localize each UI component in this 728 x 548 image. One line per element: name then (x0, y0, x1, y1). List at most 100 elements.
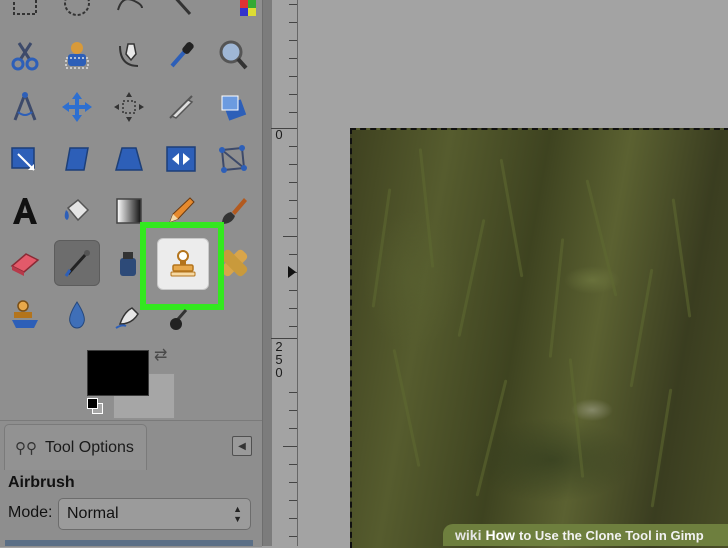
ruler-tick (289, 254, 297, 255)
scale-tool[interactable] (2, 136, 48, 182)
shear-tool[interactable] (54, 136, 100, 182)
fuzzy-select-tool[interactable] (158, 0, 204, 26)
rect-select-icon (13, 0, 37, 15)
swap-colors-icon[interactable]: ⇄ (154, 345, 167, 365)
measure-icon (13, 92, 37, 121)
ruler-tick (289, 218, 297, 219)
ruler-tick (289, 518, 297, 519)
perspective-clone-tool[interactable] (2, 292, 48, 338)
ellipse-select-icon (64, 0, 90, 16)
ruler-tick (289, 22, 297, 23)
measure-tool[interactable] (2, 84, 48, 130)
crop-icon (169, 95, 194, 119)
dodge-burn-icon (170, 309, 188, 330)
bucket-fill-icon (64, 198, 90, 222)
move-icon (62, 92, 92, 122)
ruler-tick (289, 428, 297, 429)
zoom-icon (219, 40, 248, 70)
opacity-slider[interactable] (5, 540, 253, 546)
cage-transform-icon (219, 145, 247, 173)
tool-options-tab-label: Tool Options (44, 438, 134, 456)
color-select-tool[interactable] (222, 0, 268, 26)
color-picker-tool[interactable] (158, 32, 204, 78)
clone-tool[interactable] (157, 238, 209, 290)
paths-icon (119, 43, 139, 67)
tab-tool-options[interactable]: ⚲⚲ Tool Options (4, 424, 147, 470)
zoom-tool[interactable] (210, 32, 256, 78)
align-tool[interactable] (106, 84, 152, 130)
airbrush-tool[interactable] (54, 240, 100, 286)
ruler-tick (289, 182, 297, 183)
foreground-color-swatch[interactable] (87, 350, 149, 396)
ruler-tick (283, 236, 297, 237)
ruler-tick (289, 410, 297, 411)
fuzzy-select-icon (175, 0, 192, 16)
ruler-tick (289, 290, 297, 291)
ruler-label-0: 0 (275, 127, 283, 142)
foreground-select-tool[interactable] (54, 32, 100, 78)
ruler-tick (289, 40, 297, 41)
rotate-tool[interactable] (210, 84, 256, 130)
align-icon (114, 92, 144, 122)
flip-tool[interactable] (158, 136, 204, 182)
airbrush-icon (64, 250, 90, 277)
ruler-tick (289, 146, 297, 147)
default-colors-icon[interactable] (87, 398, 98, 409)
rotate-icon (221, 95, 247, 121)
perspective-tool[interactable] (106, 136, 152, 182)
ruler-tick (289, 4, 297, 5)
active-tool-name: Airbrush (8, 474, 75, 491)
ruler-tick (289, 94, 297, 95)
scissors-select-icon (11, 42, 39, 71)
ruler-tick (289, 536, 297, 537)
text-tool[interactable] (2, 188, 48, 234)
mode-select[interactable]: Normal ▲ ▼ (58, 498, 251, 530)
perspective-icon (115, 147, 143, 171)
foreground-select-icon (65, 42, 89, 69)
bucket-fill-tool[interactable] (54, 188, 100, 234)
eraser-tool[interactable] (2, 240, 48, 286)
color-picker-icon (170, 42, 194, 68)
ruler-label-250-digit-3: 0 (275, 365, 283, 380)
free-select-tool[interactable] (106, 0, 152, 26)
text-icon (13, 198, 37, 224)
rect-select-tool[interactable] (2, 0, 48, 26)
free-select-icon (117, 0, 143, 11)
select-arrows-icon: ▲ ▼ (233, 504, 242, 524)
shear-icon (65, 147, 89, 171)
eraser-icon (10, 253, 40, 276)
clone-stamp-icon (170, 250, 196, 277)
mode-label: Mode: (8, 504, 53, 521)
mode-select-value: Normal (67, 505, 119, 522)
ellipse-select-tool[interactable] (54, 0, 100, 26)
smudge-tool[interactable] (106, 292, 152, 338)
blur-tool[interactable] (54, 292, 100, 338)
grass-texture (350, 128, 728, 546)
watermark-how: How (485, 527, 516, 543)
color-select-icon (240, 0, 256, 16)
wikihow-watermark: wiki How to Use the Clone Tool in Gimp (443, 524, 728, 546)
dodge-burn-tool[interactable] (158, 292, 204, 338)
scissors-select-tool[interactable] (2, 32, 48, 78)
tool-options-icon: ⚲⚲ (15, 439, 37, 457)
paths-tool[interactable] (106, 32, 152, 78)
smudge-icon (115, 307, 139, 329)
ruler-pointer-marker (288, 266, 296, 278)
crop-tool[interactable] (158, 84, 204, 130)
ruler-tick (289, 112, 297, 113)
ruler-tick (289, 58, 297, 59)
ruler-tick (289, 76, 297, 77)
blur-icon (69, 301, 85, 329)
ruler-tick (289, 326, 297, 327)
ruler-tick (289, 482, 297, 483)
ruler-tick (289, 200, 297, 201)
move-tool[interactable] (54, 84, 100, 130)
watermark-brand: wiki (455, 527, 482, 543)
ruler-tick (289, 164, 297, 165)
cage-transform-tool[interactable] (210, 136, 256, 182)
ruler-tick (283, 446, 297, 447)
ruler-tick (289, 308, 297, 309)
flip-icon (166, 146, 196, 172)
ruler-tick (289, 392, 297, 393)
panel-menu-button[interactable]: ◀ (232, 436, 252, 456)
